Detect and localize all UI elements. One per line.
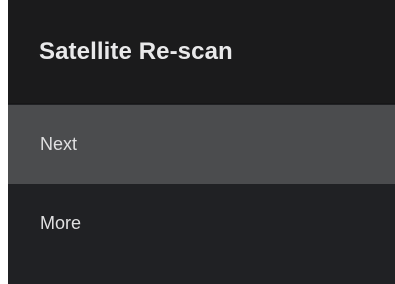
more-option-label: More	[40, 213, 82, 233]
satellite-rescan-panel: Satellite Re-scan Next More	[8, 0, 395, 284]
next-option-label: Next	[40, 134, 78, 154]
panel-title: Satellite Re-scan	[39, 38, 233, 65]
panel-header: Satellite Re-scan	[8, 0, 395, 104]
options-menu: Next More	[8, 105, 395, 263]
next-option[interactable]: Next	[8, 105, 395, 184]
more-option[interactable]: More	[8, 184, 395, 263]
